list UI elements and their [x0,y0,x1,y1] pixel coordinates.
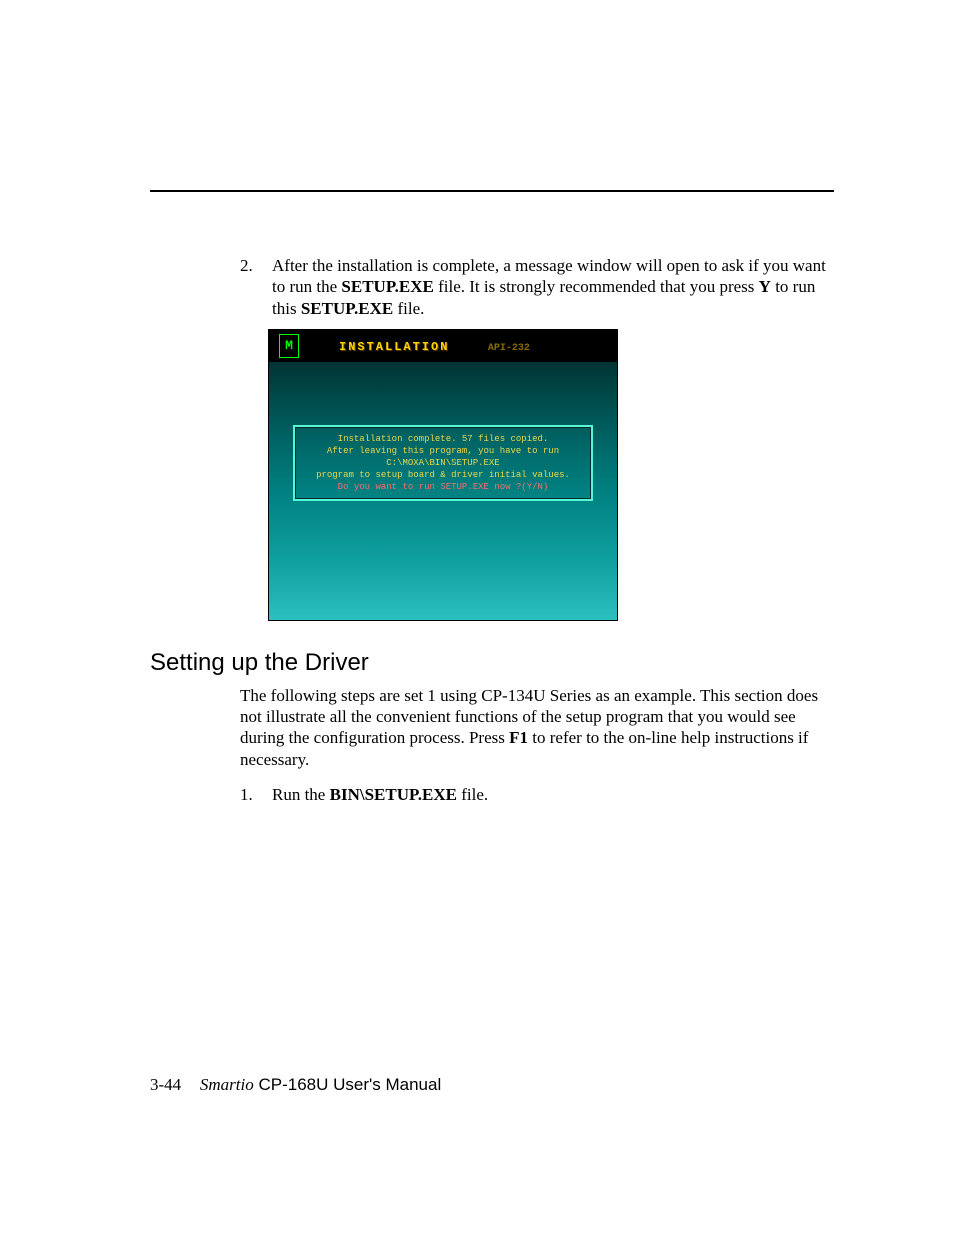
section-body-bold: F1 [509,728,528,747]
footer-brand: Smartio [200,1075,254,1094]
step-1-text: Run the BIN\SETUP.EXE file. [272,784,488,805]
step-2-bold2: Y [759,277,771,296]
moxa-logo-icon: M [279,334,299,358]
step-2-item: 2. After the installation is complete, a… [240,255,834,319]
header-rule [150,190,834,192]
screenshot-dialog: Installation complete. 57 files copied. … [293,425,593,501]
dialog-line-1: Installation complete. 57 files copied. [338,433,549,445]
page-footer: 3-44 Smartio CP-168U User's Manual [150,1075,441,1095]
step-1-item: 1. Run the BIN\SETUP.EXE file. [240,784,834,805]
dos-installation-screenshot: M INSTALLATION API-232 Installation comp… [268,329,618,621]
step-1-post: file. [457,785,488,804]
screenshot-titlebar: M INSTALLATION API-232 [269,330,617,362]
screenshot-title: INSTALLATION [339,340,449,354]
step-2-post: file. [393,299,424,318]
screenshot-subtitle: API-232 [488,343,530,354]
step-2-marker: 2. [240,255,258,319]
step-1-bold: BIN\SETUP.EXE [330,785,457,804]
page-number: 3-44 [150,1075,181,1094]
step-2-bold3: SETUP.EXE [301,299,393,318]
step-2-bold1: SETUP.EXE [341,277,433,296]
dialog-line-5: Do you want to run SETUP.EXE now ?(Y/N) [338,481,549,493]
step-2-text: After the installation is complete, a me… [272,255,834,319]
step-1-marker: 1. [240,784,258,805]
footer-doc: CP-168U User's Manual [254,1075,441,1094]
dialog-line-3: C:\MOXA\BIN\SETUP.EXE [386,457,499,469]
dialog-line-2: After leaving this program, you have to … [327,445,559,457]
dialog-line-4: program to setup board & driver initial … [316,469,570,481]
section-body: The following steps are set 1 using CP-1… [240,685,834,770]
step-2-mid1: file. It is strongly recommended that yo… [434,277,759,296]
section-heading-setting-up-driver: Setting up the Driver [150,649,834,677]
step-1-pre: Run the [272,785,330,804]
screenshot-title-wrap: INSTALLATION API-232 [339,337,530,355]
